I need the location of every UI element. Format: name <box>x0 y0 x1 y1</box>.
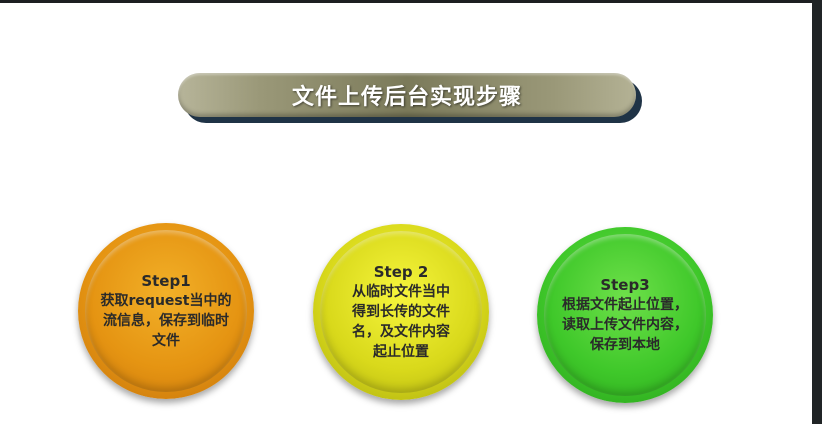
step-3-circle: Step3 根据文件起止位置， 读取上传文件内容， 保存到本地 <box>537 227 713 403</box>
slide-title: 文件上传后台实现步骤 <box>291 85 522 110</box>
step-2-title: Step 2 <box>373 263 429 281</box>
title-banner: 文件上传后台实现步骤 <box>178 73 636 117</box>
step-1-title: Step1 <box>141 272 191 290</box>
step-3-description: 根据文件起止位置， 读取上传文件内容， 保存到本地 <box>562 297 688 353</box>
window-edge <box>812 0 822 424</box>
presentation-slide: 文件上传后台实现步骤 Step1 获取request当中的 流信息，保存到临时 … <box>0 3 812 424</box>
screen: 文件上传后台实现步骤 Step1 获取request当中的 流信息，保存到临时 … <box>0 0 822 424</box>
step-3-title: Step3 <box>600 276 650 294</box>
step-2-description: 从临时文件当中 得到长传的文件 名，及文件内容 起止位置 <box>352 284 450 360</box>
step-2-circle: Step 2 从临时文件当中 得到长传的文件 名，及文件内容 起止位置 <box>313 224 489 400</box>
step-1-description: 获取request当中的 流信息，保存到临时 文件 <box>100 293 232 349</box>
step-1-circle: Step1 获取request当中的 流信息，保存到临时 文件 <box>78 223 254 399</box>
